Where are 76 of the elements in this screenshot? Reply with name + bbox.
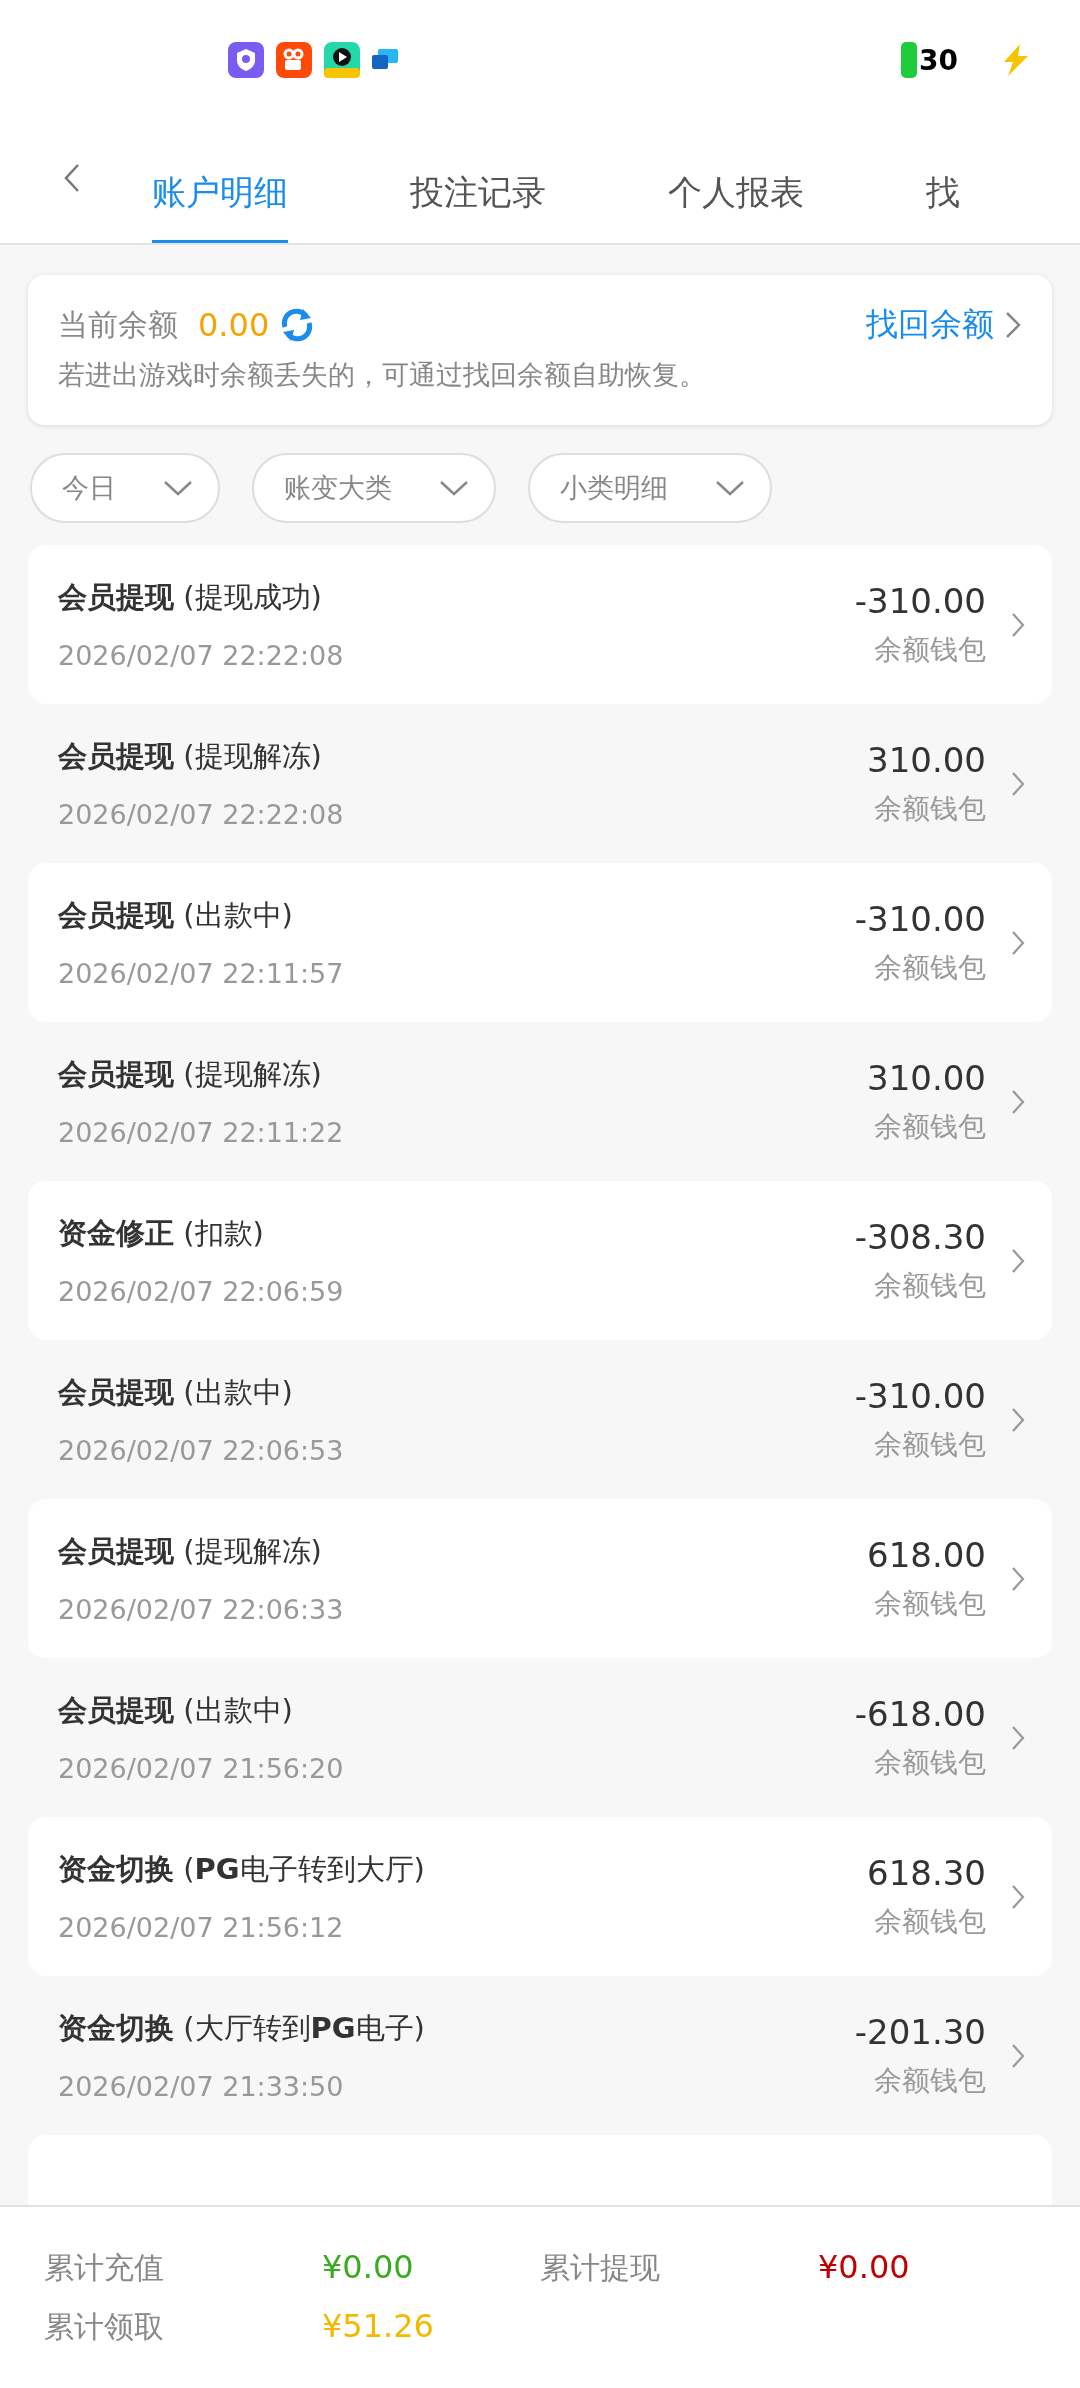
total-value: ¥0.00: [818, 2247, 910, 2288]
back-icon[interactable]: [62, 162, 82, 194]
chat-app-icon: [372, 49, 398, 71]
record-time: 2026/02/07 21:56:12: [58, 1912, 345, 1943]
wallet-label: 余额钱包: [873, 2062, 986, 2099]
wallet-label: 余额钱包: [873, 1744, 986, 1781]
record-time: 2026/02/07 22:06:59: [58, 1276, 345, 1307]
record-amount: -308.30: [854, 1216, 986, 1257]
record-title: 会员提现 (出款中): [58, 1692, 294, 1729]
record-time: 2026/02/07 22:11:22: [58, 1117, 345, 1148]
record-row[interactable]: 会员提现 (提现解冻) 2026/02/07 22:11:22 310.00 余额钱包: [28, 1022, 1052, 1181]
wallet-label: 余额钱包: [873, 1903, 986, 1940]
record-row[interactable]: 会员提现 (出款中) 2026/02/07 22:06:53 -310.00 余额钱包: [28, 1340, 1052, 1499]
balance-label: 当前余额: [58, 305, 178, 344]
filter-dropdown[interactable]: 今日: [30, 453, 220, 523]
record-title: 资金切换 (大厅转到PG电子): [58, 2010, 426, 2047]
record-title: 会员提现 (出款中): [58, 1374, 294, 1411]
tab[interactable]: 个人报表: [668, 120, 804, 240]
record-amount: 310.00: [867, 1057, 986, 1098]
wallet-label: 余额钱包: [873, 1585, 986, 1622]
record-title: 会员提现 (提现解冻): [58, 738, 323, 775]
record-amount: -201.30: [854, 2011, 986, 2052]
record-title: 资金修正 (扣款): [58, 1215, 265, 1252]
wallet-label: 余额钱包: [873, 1108, 986, 1145]
shield-app-icon: [228, 42, 264, 78]
chevron-down-icon: [438, 479, 470, 497]
tab[interactable]: 投注记录: [410, 120, 546, 240]
record-title: 资金切换 (PG电子转到大厅): [58, 1851, 426, 1888]
record-row[interactable]: 会员提现 (提现解冻) 2026/02/07 22:06:33 618.00 余额钱包: [28, 1499, 1052, 1658]
total-label: 累计提现: [540, 2248, 661, 2287]
record-row[interactable]: 资金切换 (PG电子转到大厅) 2026/02/07 21:56:12 618.30 余额钱包: [28, 1817, 1052, 1976]
record-title: 会员提现 (出款中): [58, 897, 294, 934]
chevron-down-icon: [714, 479, 746, 497]
record-time: 2026/02/07 22:11:57: [58, 958, 345, 989]
record-row[interactable]: 资金修正 (扣款) 2026/02/07 22:06:59 -308.30 余额钱包: [28, 1181, 1052, 1340]
record-title: 会员提现 (提现成功): [58, 579, 323, 616]
record-row[interactable]: 会员提现 (出款中) 2026/02/07 21:56:20 -618.00 余额钱包: [28, 1658, 1052, 1817]
play-app-icon: [324, 42, 360, 78]
record-row[interactable]: 会员提现 (出款中) 2026/02/07 22:11:57 -310.00 余额钱包: [28, 863, 1052, 1022]
record-time: 2026/02/07 22:06:33: [58, 1594, 345, 1625]
record-amount: -310.00: [854, 1375, 986, 1416]
recover-balance-link[interactable]: 找回余额: [866, 303, 994, 347]
record-amount: -618.00: [854, 1693, 986, 1734]
wallet-label: 余额钱包: [873, 631, 986, 668]
record-row[interactable]: 会员提现 (提现成功) 2026/02/07 22:22:08 -310.00 余额钱包: [28, 545, 1052, 704]
filter-dropdown[interactable]: 小类明细: [528, 453, 772, 523]
total-value: ¥51.26: [322, 2306, 434, 2347]
record-amount: -310.00: [854, 898, 986, 939]
record-amount: 618.30: [867, 1852, 986, 1893]
total-label: 累计领取: [44, 2307, 165, 2346]
record-amount: 310.00: [867, 739, 986, 780]
wallet-label: 余额钱包: [873, 790, 986, 827]
record-time: 2026/02/07 22:22:08: [58, 640, 345, 671]
record-row[interactable]: 资金切换 (大厅转到PG电子) 2026/02/07 21:33:50 -201.30 余额钱包: [28, 1976, 1052, 2135]
wallet-label: 余额钱包: [873, 1267, 986, 1304]
balance-amount: 0.00: [198, 306, 270, 344]
record-time: 2026/02/07 22:06:53: [58, 1435, 345, 1466]
record-time: 2026/02/07 21:56:20: [58, 1753, 345, 1784]
record-title: 会员提现 (提现解冻): [58, 1533, 323, 1570]
record-time: 2026/02/07 22:22:08: [58, 799, 345, 830]
record-time: 2026/02/07 21:33:50: [58, 2071, 345, 2102]
record-row[interactable]: 会员提现 (提现解冻) 2026/02/07 22:22:08 310.00 余额钱包: [28, 704, 1052, 863]
total-label: 累计充值: [44, 2248, 165, 2287]
balance-note: 若进出游戏时余额丢失的，可通过找回余额自助恢复。: [58, 358, 707, 392]
tab[interactable]: 找: [926, 120, 960, 240]
tab[interactable]: 账户明细: [152, 120, 288, 243]
total-value: ¥0.00: [322, 2247, 414, 2288]
record-title: 会员提现 (提现解冻): [58, 1056, 323, 1093]
wallet-label: 余额钱包: [873, 949, 986, 986]
filter-dropdown[interactable]: 账变大类: [252, 453, 496, 523]
chevron-right-icon[interactable]: [1004, 310, 1022, 340]
chevron-down-icon: [162, 479, 194, 497]
record-amount: -310.00: [854, 580, 986, 621]
record-amount: 618.00: [867, 1534, 986, 1575]
video-app-icon: [276, 42, 312, 78]
wallet-label: 余额钱包: [873, 1426, 986, 1463]
